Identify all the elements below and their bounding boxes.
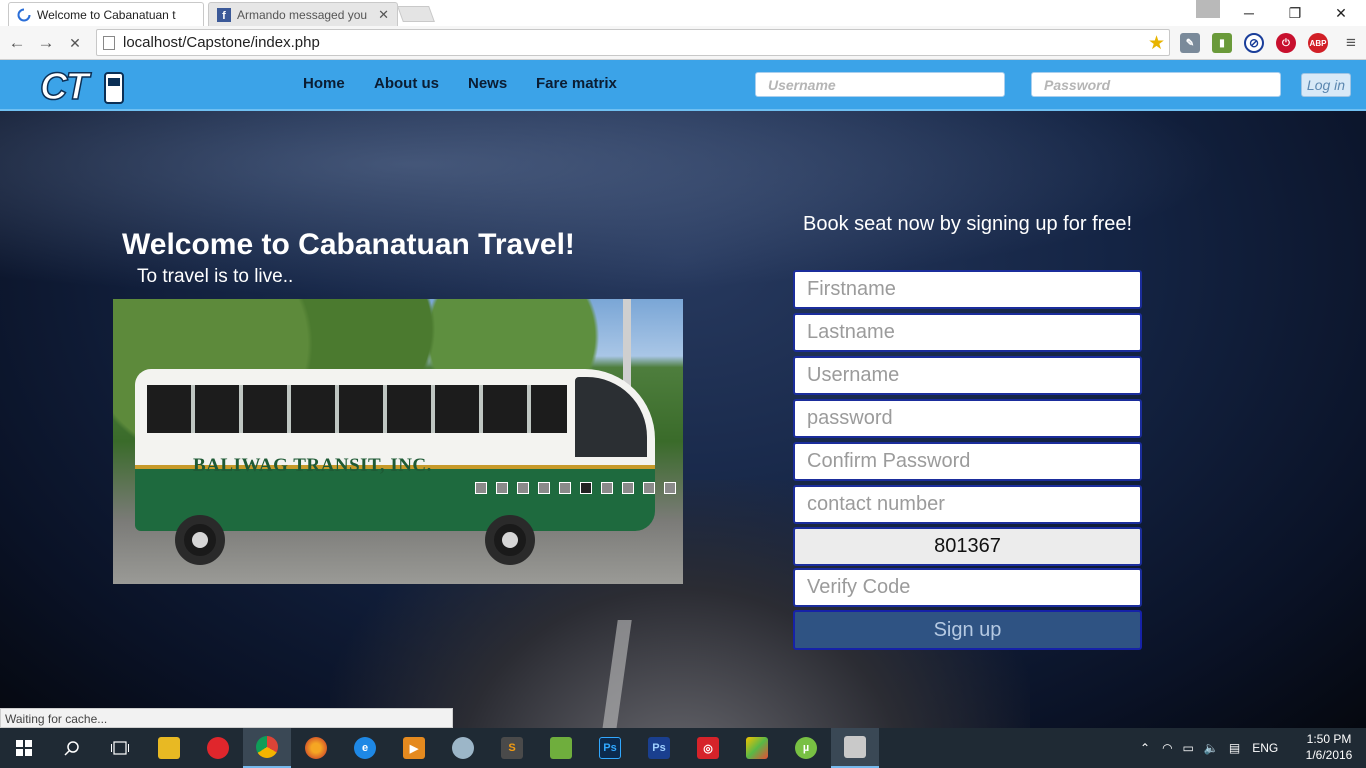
- file-explorer-icon[interactable]: [145, 728, 193, 768]
- bluestacks-icon[interactable]: [733, 728, 781, 768]
- utorrent-icon[interactable]: µ: [782, 728, 830, 768]
- start-button[interactable]: [0, 728, 48, 768]
- taskbar: e ▶ S Ps Ps ◎ µ ⌃ ◠ ▭ 🔈 ▤ ENG 1:50 PM 1/…: [0, 728, 1366, 768]
- logo-text: CT: [39, 65, 89, 109]
- red-app-icon[interactable]: ◎: [684, 728, 732, 768]
- nav-about-us[interactable]: About us: [374, 75, 439, 92]
- language-indicator[interactable]: ENG: [1252, 741, 1278, 755]
- slider-dot[interactable]: [580, 482, 592, 494]
- block-icon[interactable]: ⊘: [1244, 33, 1264, 53]
- media-player-icon[interactable]: ▶: [390, 728, 438, 768]
- photoshop-icon[interactable]: Ps: [586, 728, 634, 768]
- close-tab-icon[interactable]: ✕: [378, 7, 389, 23]
- opera-icon[interactable]: [194, 728, 242, 768]
- loading-spinner-icon: [17, 8, 31, 21]
- slider-dot[interactable]: [475, 482, 487, 494]
- browser-toolbar: ← → ✕ localhost/Capstone/index.php ★ ✎ ▮…: [0, 26, 1366, 60]
- site-logo[interactable]: CT: [39, 65, 126, 109]
- show-hidden-icons-icon[interactable]: ⌃: [1140, 741, 1150, 755]
- image-slider[interactable]: BALIWAG TRANSIT, INC.: [113, 299, 683, 584]
- windows-logo-icon: [16, 740, 32, 756]
- verify-code-field[interactable]: [793, 568, 1142, 607]
- address-bar[interactable]: localhost/Capstone/index.php ★: [96, 29, 1170, 56]
- photoshop-icon[interactable]: Ps: [635, 728, 683, 768]
- close-window-button[interactable]: ✕: [1318, 0, 1364, 26]
- login-username-input[interactable]: [755, 72, 1005, 97]
- status-bubble: Waiting for cache...: [0, 708, 453, 728]
- site-navbar: CT Home About us News Fare matrix Log in: [0, 60, 1366, 111]
- notepad-icon[interactable]: [537, 728, 585, 768]
- firefox-icon[interactable]: [292, 728, 340, 768]
- task-view-icon[interactable]: [96, 728, 144, 768]
- clock-date: 1/6/2016: [1305, 748, 1353, 762]
- eyedropper-icon[interactable]: ✎: [1180, 33, 1200, 53]
- tab-title: Armando messaged you: [237, 7, 368, 22]
- slider-dot[interactable]: [538, 482, 550, 494]
- internet-explorer-icon[interactable]: e: [341, 728, 389, 768]
- slider-dots: [475, 482, 676, 494]
- system-tray: ⌃ ◠ ▭ 🔈 ▤ ENG: [1140, 728, 1278, 768]
- taskbar-clock[interactable]: 1:50 PM 1/6/2016: [1296, 731, 1362, 763]
- confirm-password-field[interactable]: [793, 442, 1142, 481]
- tab-cabanatuan[interactable]: Welcome to Cabanatuan t: [8, 2, 204, 26]
- sublime-text-icon[interactable]: S: [488, 728, 536, 768]
- tab-title: Welcome to Cabanatuan t: [37, 7, 176, 22]
- nav-home[interactable]: Home: [303, 75, 345, 92]
- bus-photo: BALIWAG TRANSIT, INC.: [135, 347, 655, 565]
- slider-dot[interactable]: [559, 482, 571, 494]
- url-text: localhost/Capstone/index.php: [123, 34, 320, 51]
- profile-icon[interactable]: [1196, 0, 1220, 18]
- firstname-field[interactable]: [793, 270, 1142, 309]
- login-password-input[interactable]: [1031, 72, 1281, 97]
- hero-tagline: To travel is to live..: [137, 266, 294, 287]
- back-button[interactable]: ←: [6, 32, 28, 54]
- bus-brand-text: BALIWAG TRANSIT, INC.: [193, 455, 432, 476]
- network-drive-icon[interactable]: [831, 728, 879, 768]
- signup-username-field[interactable]: [793, 356, 1142, 395]
- new-tab-button[interactable]: [397, 6, 435, 22]
- search-icon[interactable]: [48, 728, 96, 768]
- adblock-plus-icon[interactable]: ABP: [1308, 33, 1328, 53]
- forward-button[interactable]: →: [35, 32, 57, 54]
- bookmark-manager-icon[interactable]: ▮: [1212, 33, 1232, 53]
- slider-dot[interactable]: [601, 482, 613, 494]
- battery-icon[interactable]: ▭: [1183, 741, 1194, 755]
- signup-title: Book seat now by signing up for free!: [803, 213, 1133, 235]
- restore-button[interactable]: ❐: [1272, 0, 1318, 26]
- facebook-icon: f: [217, 7, 231, 22]
- slider-dot[interactable]: [517, 482, 529, 494]
- captcha-code: 801367: [793, 527, 1142, 566]
- signup-password-field[interactable]: [793, 399, 1142, 438]
- slider-dot[interactable]: [622, 482, 634, 494]
- lastname-field[interactable]: [793, 313, 1142, 352]
- volume-icon[interactable]: 🔈: [1204, 741, 1219, 755]
- tab-facebook[interactable]: f Armando messaged you ✕: [208, 2, 398, 26]
- network-icon[interactable]: ◠: [1162, 741, 1172, 755]
- bookmark-star-icon[interactable]: ★: [1148, 32, 1165, 55]
- clock-time: 1:50 PM: [1306, 732, 1352, 746]
- paint-icon[interactable]: [439, 728, 487, 768]
- slider-dot[interactable]: [643, 482, 655, 494]
- menu-icon[interactable]: ≡: [1340, 32, 1362, 54]
- web-page: CT Home About us News Fare matrix Log in…: [0, 60, 1366, 728]
- nav-fare-matrix[interactable]: Fare matrix: [536, 75, 617, 92]
- slider-dot[interactable]: [664, 482, 676, 494]
- chrome-icon[interactable]: [243, 728, 291, 768]
- stop-button[interactable]: ✕: [64, 32, 86, 54]
- slider-dot[interactable]: [496, 482, 508, 494]
- notifications-icon[interactable]: ▤: [1229, 741, 1240, 755]
- minimize-button[interactable]: ─: [1226, 0, 1272, 26]
- signup-button[interactable]: Sign up: [793, 610, 1142, 650]
- bus-icon: [104, 72, 124, 104]
- shield-badge-icon[interactable]: ⏻: [1276, 33, 1296, 53]
- login-button[interactable]: Log in: [1301, 73, 1351, 97]
- hero-title: Welcome to Cabanatuan Travel!: [122, 228, 575, 261]
- page-icon: [103, 35, 115, 50]
- browser-tab-strip: Welcome to Cabanatuan t f Armando messag…: [0, 0, 1366, 26]
- contact-number-field[interactable]: [793, 485, 1142, 524]
- nav-news[interactable]: News: [468, 75, 507, 92]
